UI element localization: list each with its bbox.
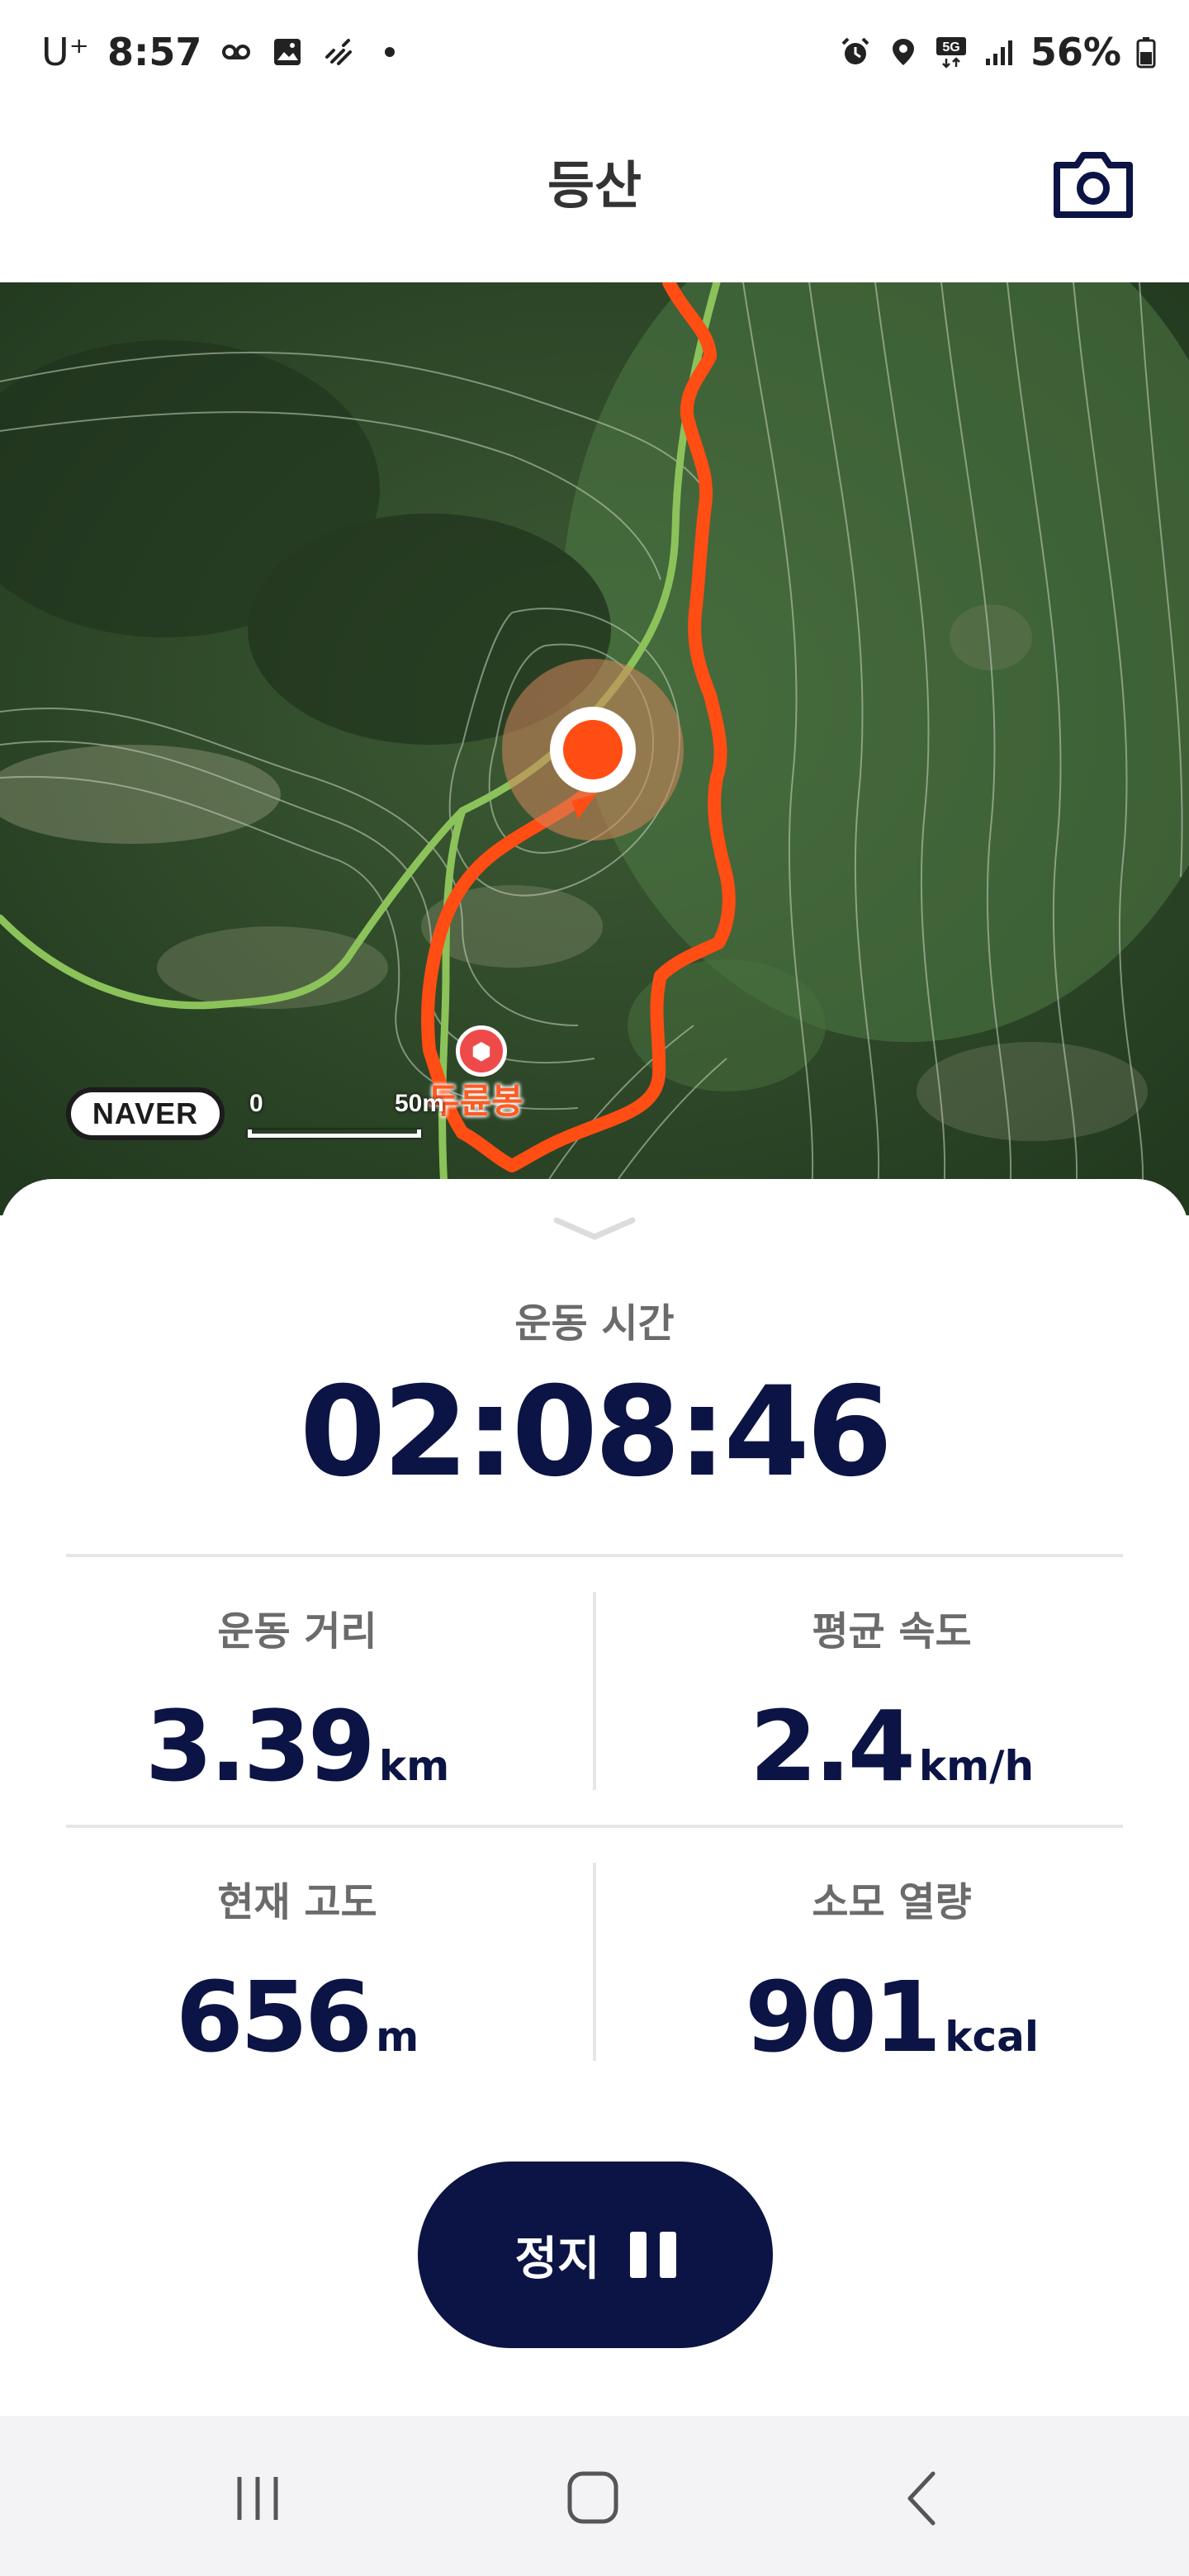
status-bar: U⁺ 8:57 5G 56%: [0, 0, 1189, 107]
divider-vertical-1: [593, 1592, 596, 1790]
naver-logo: NAVER: [66, 1087, 225, 1140]
divider-top: [66, 1554, 1123, 1557]
pause-icon: [629, 2232, 676, 2278]
map-scale-bar: 0 50m: [248, 1090, 462, 1138]
current-position-marker: [502, 659, 684, 841]
network-label: 5G: [942, 40, 959, 54]
workout-time-label: 운동 시간: [514, 1300, 675, 1347]
speed-unit: km/h: [918, 1742, 1035, 1790]
recent-apps-icon[interactable]: [216, 2465, 299, 2531]
app-header: 등산: [0, 107, 1189, 282]
notification-dot-icon: [385, 47, 396, 57]
workout-time-value: 02:08:46: [299, 1361, 893, 1504]
chevron-down-icon[interactable]: [552, 1212, 637, 1245]
scale-start-label: 0: [249, 1090, 263, 1117]
voicemail-icon: [222, 45, 251, 59]
status-right: 5G 56%: [839, 30, 1156, 74]
status-time: 8:57: [107, 30, 202, 74]
back-icon[interactable]: [882, 2465, 964, 2531]
calories-stat: 소모 열량 901 kcal: [628, 1869, 1156, 2074]
divider-middle: [66, 1825, 1123, 1828]
route-map[interactable]: ⬢ 두륜봉 NAVER 0 50m: [0, 282, 1189, 1215]
map-canvas[interactable]: [0, 282, 1189, 1215]
location-icon: [892, 39, 914, 65]
page-title: 등산: [547, 155, 642, 215]
5g-icon: 5G: [936, 37, 966, 69]
mute-icon: [325, 39, 353, 65]
scale-end-label: 50m: [395, 1090, 445, 1117]
distance-stat: 운동 거리 3.39 km: [33, 1598, 561, 1803]
altitude-value: 656: [175, 1960, 372, 2074]
altitude-label: 현재 고도: [217, 1879, 377, 1925]
workout-panel: 운동 시간 02:08:46 운동 거리 3.39 km 평균 속도 2.4 km/…: [0, 1179, 1189, 2416]
calories-value: 901: [744, 1960, 941, 2074]
scale-line: [248, 1129, 421, 1138]
speed-label: 평균 속도: [812, 1608, 972, 1655]
carrier-label: U⁺: [41, 30, 89, 74]
calories-label: 소모 열량: [812, 1879, 972, 1925]
speed-value: 2.4: [749, 1689, 916, 1803]
signal-icon: [985, 40, 1012, 65]
gallery-icon: [274, 39, 301, 65]
calories-unit: kcal: [945, 2013, 1040, 2061]
divider-vertical-2: [593, 1863, 596, 2061]
battery-percent: 56%: [1030, 30, 1121, 74]
status-left: U⁺ 8:57: [41, 30, 406, 74]
altitude-unit: m: [376, 2013, 419, 2061]
camera-icon[interactable]: [1052, 150, 1135, 220]
speed-stat: 평균 속도 2.4 km/h: [628, 1598, 1156, 1803]
battery-icon: [1136, 37, 1156, 69]
stop-button[interactable]: 정지: [418, 2162, 773, 2348]
alarm-icon: [841, 37, 869, 64]
stop-button-label: 정지: [514, 2232, 600, 2286]
peak-marker-icon[interactable]: ⬢: [456, 1025, 507, 1077]
distance-unit: km: [378, 1742, 450, 1790]
distance-label: 운동 거리: [217, 1608, 377, 1655]
home-icon[interactable]: [552, 2465, 634, 2531]
system-nav-bar: [0, 2416, 1189, 2576]
distance-value: 3.39: [144, 1689, 376, 1803]
altitude-stat: 현재 고도 656 m: [33, 1869, 561, 2074]
